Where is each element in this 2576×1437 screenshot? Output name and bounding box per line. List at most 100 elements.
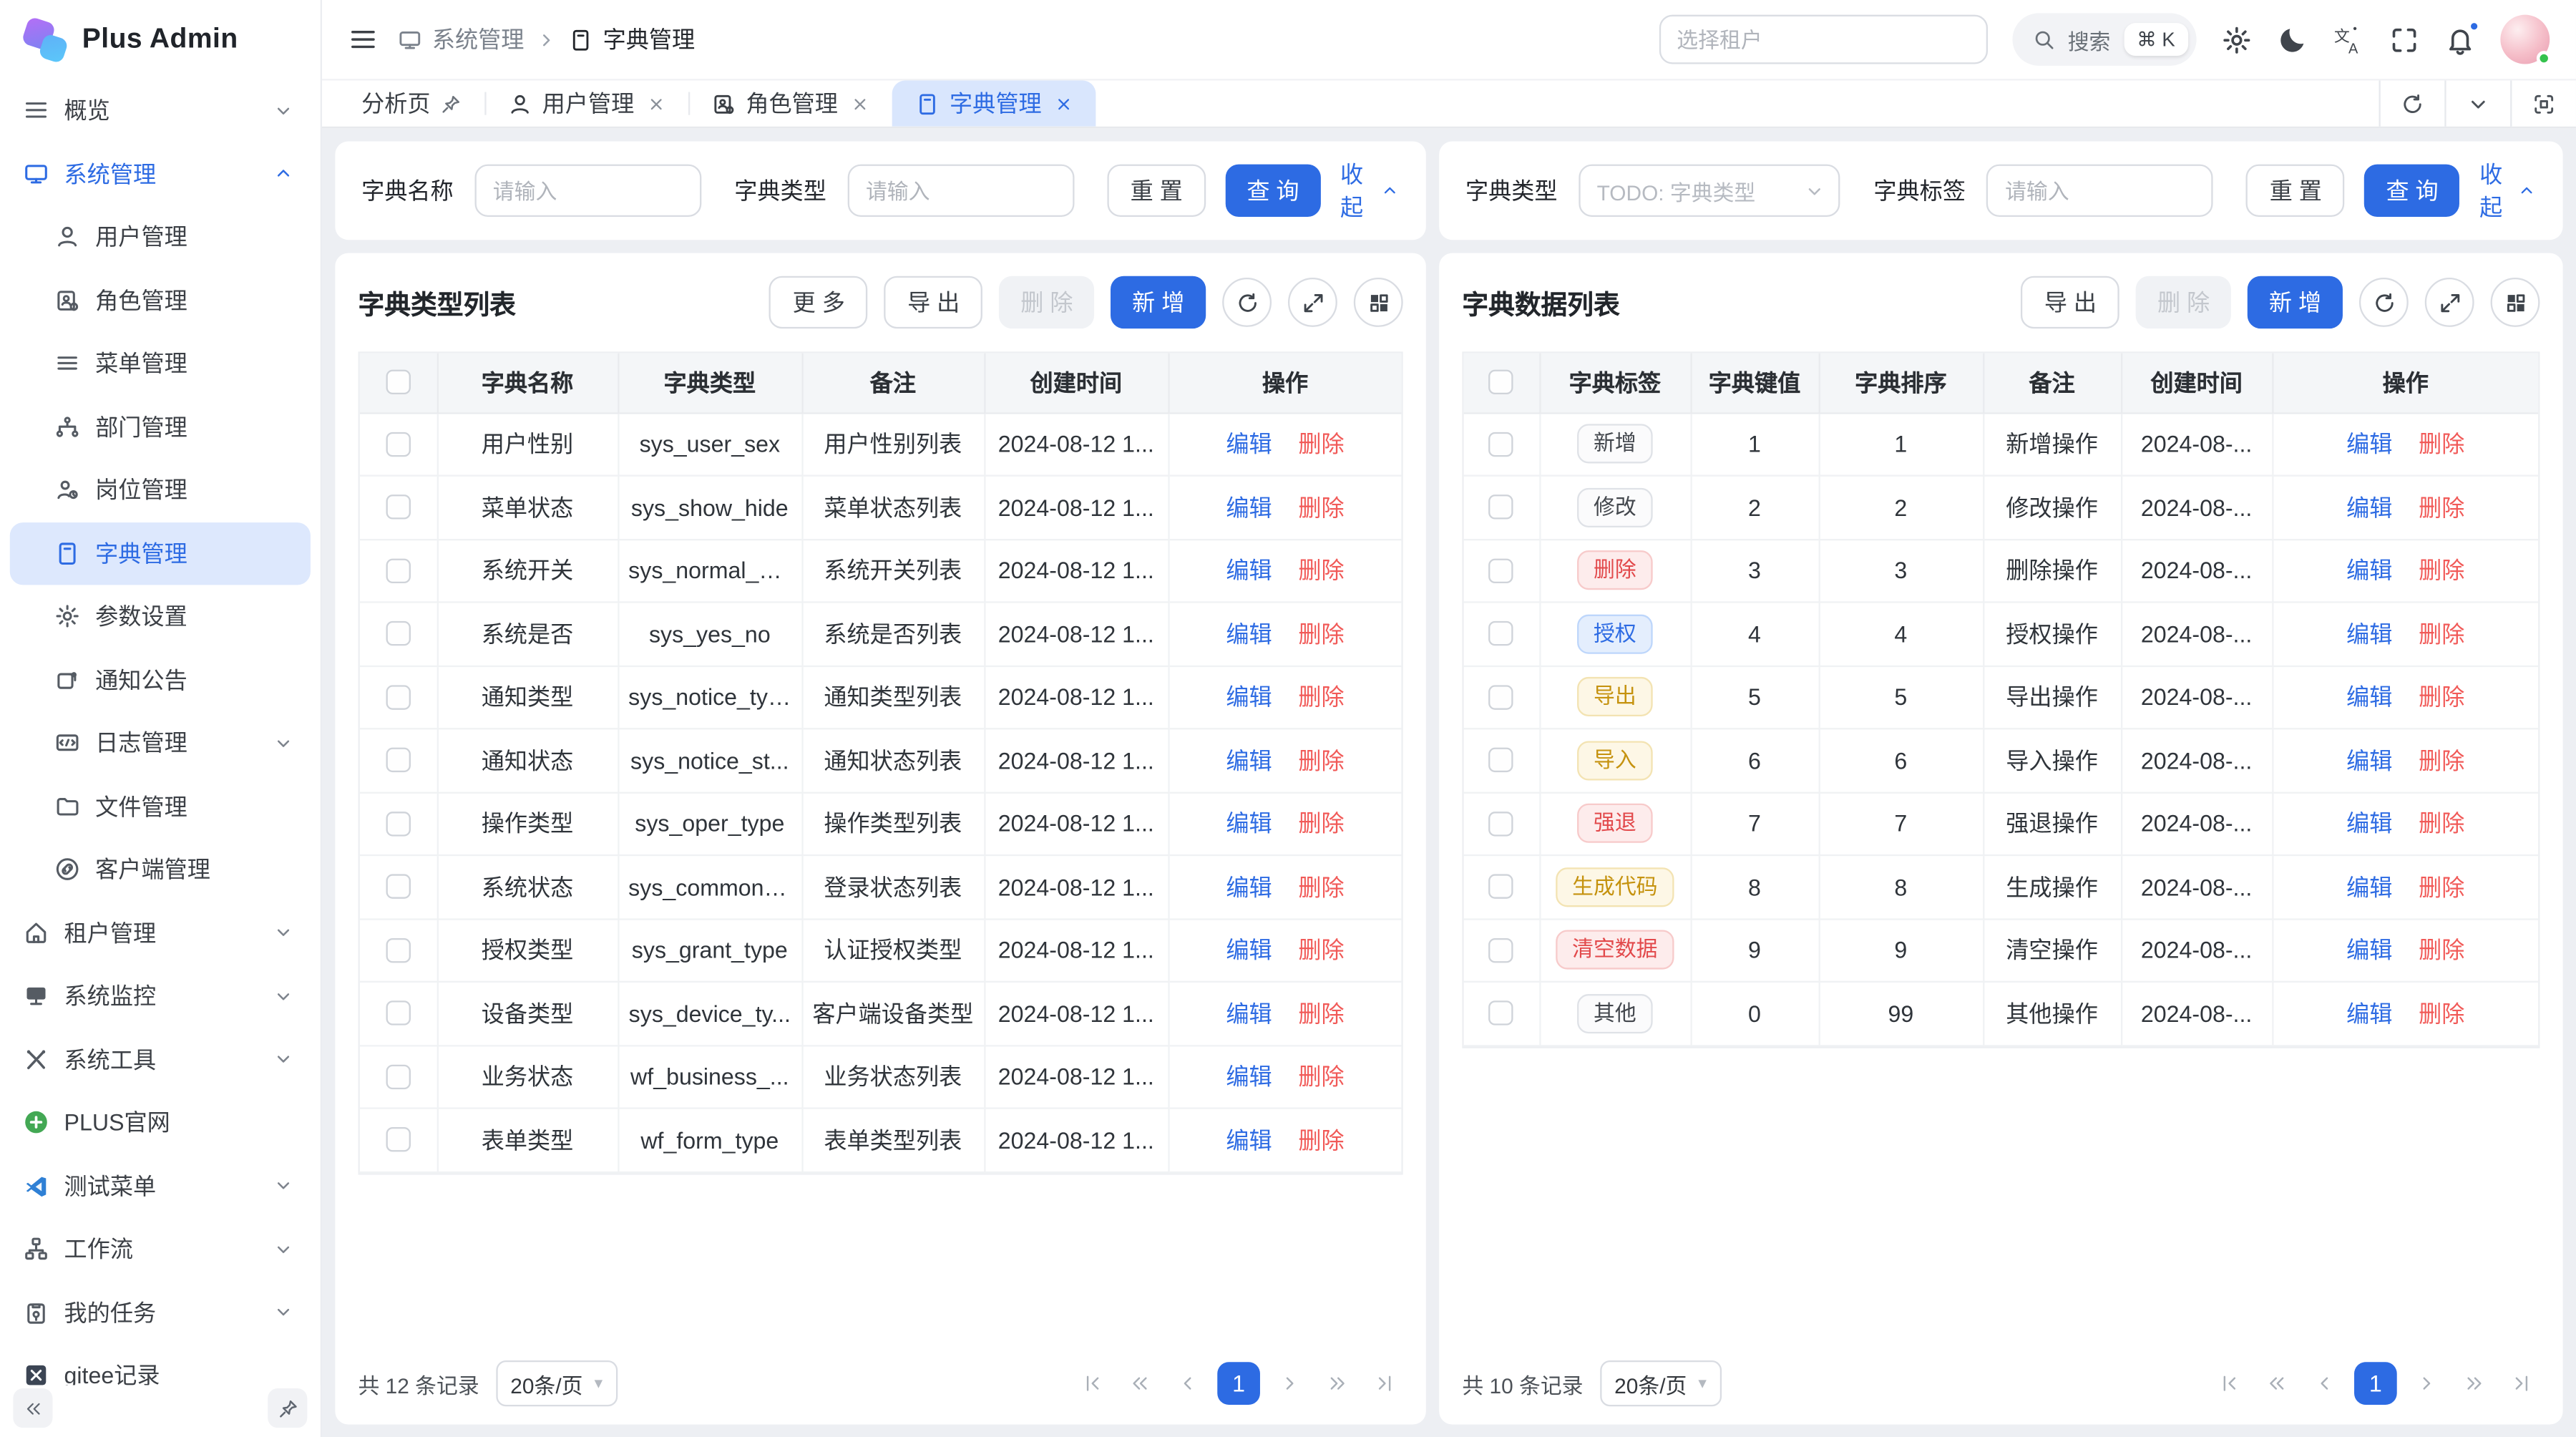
close-icon[interactable] — [851, 94, 869, 112]
next-pages-button[interactable] — [2456, 1362, 2492, 1405]
row-checkbox[interactable] — [386, 812, 410, 836]
sidebar-item[interactable]: 测试菜单 — [10, 1154, 311, 1217]
sidebar-item[interactable]: 部门管理 — [10, 395, 311, 458]
edit-link[interactable]: 编辑 — [2346, 431, 2392, 457]
dict-name-input[interactable] — [475, 165, 702, 217]
dark-mode-icon[interactable] — [2277, 24, 2308, 55]
fullscreen-table-button[interactable] — [2425, 278, 2474, 327]
export-button[interactable]: 导 出 — [2021, 276, 2120, 328]
delete-link[interactable]: 删除 — [1298, 684, 1344, 711]
delete-link[interactable]: 删除 — [1298, 1063, 1344, 1090]
delete-link[interactable]: 删除 — [2419, 494, 2464, 520]
edit-link[interactable]: 编辑 — [2346, 1000, 2392, 1027]
prev-pages-button[interactable] — [1122, 1362, 1158, 1405]
page-size-select[interactable]: 20条/页 ▾ — [496, 1360, 618, 1406]
reset-button[interactable]: 重 置 — [1107, 165, 1206, 217]
breadcrumb-item-system[interactable]: 系统管理 — [398, 23, 525, 56]
add-button[interactable]: 新 增 — [2248, 276, 2343, 328]
row-checkbox[interactable] — [1489, 875, 1513, 899]
tab[interactable]: 分析页 — [338, 80, 484, 126]
edit-link[interactable]: 编辑 — [1226, 684, 1272, 711]
edit-link[interactable]: 编辑 — [2346, 874, 2392, 900]
refresh-table-button[interactable] — [2359, 278, 2409, 327]
row-checkbox[interactable] — [386, 495, 410, 520]
collapse-search-link[interactable]: 收起 — [1340, 157, 1400, 223]
sidebar-item[interactable]: PLUS官网 — [10, 1091, 311, 1154]
delete-link[interactable]: 删除 — [2419, 620, 2464, 647]
sidebar-item[interactable]: 通知公告 — [10, 648, 311, 711]
edit-link[interactable]: 编辑 — [2346, 494, 2392, 520]
row-checkbox[interactable] — [1489, 621, 1513, 646]
column-settings-button[interactable] — [2491, 278, 2540, 327]
fullscreen-icon[interactable] — [2389, 24, 2420, 55]
row-checkbox[interactable] — [386, 432, 410, 456]
next-page-button[interactable] — [1272, 1362, 1308, 1405]
row-checkbox[interactable] — [1489, 812, 1513, 836]
delete-link[interactable]: 删除 — [2419, 557, 2464, 584]
edit-link[interactable]: 编辑 — [2346, 747, 2392, 774]
app-logo[interactable]: Plus Admin — [0, 0, 321, 79]
delete-link[interactable]: 删除 — [1298, 810, 1344, 837]
dict-type-select[interactable]: TODO: 字典类型 — [1579, 165, 1840, 217]
delete-button[interactable]: 删 除 — [999, 276, 1094, 328]
row-checkbox[interactable] — [386, 1128, 410, 1152]
tab[interactable]: 角色管理 — [688, 80, 892, 126]
edit-link[interactable]: 编辑 — [2346, 810, 2392, 837]
edit-link[interactable]: 编辑 — [2346, 557, 2392, 584]
row-checkbox[interactable] — [386, 1001, 410, 1026]
close-icon[interactable] — [648, 94, 665, 112]
breadcrumb-item-dict[interactable]: 字典管理 — [568, 23, 695, 56]
sidebar-item[interactable]: 系统管理 — [10, 142, 311, 205]
sidebar-item[interactable]: 概览 — [10, 79, 311, 142]
row-checkbox[interactable] — [1489, 685, 1513, 709]
notifications-button[interactable] — [2444, 24, 2476, 55]
delete-link[interactable]: 删除 — [1298, 557, 1344, 584]
delete-link[interactable]: 删除 — [1298, 1000, 1344, 1027]
tab[interactable]: 用户管理 — [484, 80, 688, 126]
edit-link[interactable]: 编辑 — [2346, 620, 2392, 647]
edit-link[interactable]: 编辑 — [1226, 1126, 1272, 1153]
refresh-tab-button[interactable] — [2379, 80, 2444, 126]
add-button[interactable]: 新 增 — [1111, 276, 1206, 328]
pin-sidebar-button[interactable] — [268, 1388, 307, 1428]
sidebar-item[interactable]: 系统工具 — [10, 1028, 311, 1091]
sidebar-item[interactable]: 我的任务 — [10, 1281, 311, 1344]
query-button[interactable]: 查 询 — [2365, 165, 2460, 217]
select-all-checkbox[interactable] — [1489, 370, 1513, 394]
column-settings-button[interactable] — [1354, 278, 1403, 327]
delete-link[interactable]: 删除 — [2419, 1000, 2464, 1027]
delete-link[interactable]: 删除 — [2419, 684, 2464, 711]
prev-page-button[interactable] — [2306, 1362, 2343, 1405]
prev-page-button[interactable] — [1170, 1362, 1206, 1405]
current-page[interactable]: 1 — [2354, 1362, 2397, 1405]
current-page[interactable]: 1 — [1217, 1362, 1260, 1405]
sidebar-item[interactable]: 系统监控 — [10, 965, 311, 1028]
pin-icon[interactable] — [440, 93, 462, 115]
sidebar-item[interactable]: gitee记录 — [10, 1344, 311, 1385]
settings-icon[interactable] — [2221, 24, 2253, 55]
reset-button[interactable]: 重 置 — [2247, 165, 2346, 217]
next-page-button[interactable] — [2409, 1362, 2445, 1405]
delete-link[interactable]: 删除 — [2419, 937, 2464, 963]
row-checkbox[interactable] — [386, 621, 410, 646]
row-checkbox[interactable] — [386, 937, 410, 962]
delete-link[interactable]: 删除 — [1298, 431, 1344, 457]
tab[interactable]: 字典管理 — [892, 80, 1096, 126]
sidebar-item[interactable]: 岗位管理 — [10, 459, 311, 522]
row-checkbox[interactable] — [386, 748, 410, 772]
edit-link[interactable]: 编辑 — [1226, 494, 1272, 520]
row-checkbox[interactable] — [1489, 495, 1513, 520]
edit-link[interactable]: 编辑 — [2346, 684, 2392, 711]
row-checkbox[interactable] — [386, 558, 410, 583]
row-checkbox[interactable] — [1489, 937, 1513, 962]
edit-link[interactable]: 编辑 — [1226, 874, 1272, 900]
edit-link[interactable]: 编辑 — [1226, 431, 1272, 457]
page-size-select[interactable]: 20条/页 ▾ — [1599, 1360, 1721, 1406]
sidebar-item[interactable]: 客户端管理 — [10, 838, 311, 901]
edit-link[interactable]: 编辑 — [1226, 747, 1272, 774]
edit-link[interactable]: 编辑 — [1226, 1000, 1272, 1027]
delete-button[interactable]: 删 除 — [2136, 276, 2231, 328]
delete-link[interactable]: 删除 — [2419, 747, 2464, 774]
delete-link[interactable]: 删除 — [2419, 431, 2464, 457]
edit-link[interactable]: 编辑 — [1226, 810, 1272, 837]
